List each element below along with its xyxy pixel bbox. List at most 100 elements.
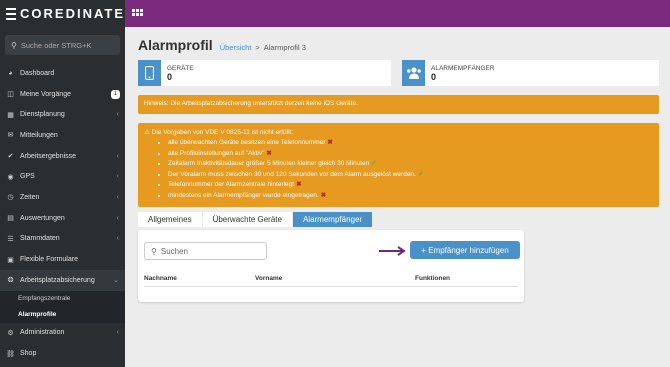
sidebar-item-administration[interactable]: ⚙ Administration ‹ — [0, 323, 125, 344]
list-item: Telefonnummer der Alarmzentrale hinterle… — [168, 180, 653, 191]
sidebar-item-label: Stammdaten — [20, 235, 60, 243]
list-item: mindestens ein Alarmempfänger wurde eing… — [168, 191, 653, 202]
chevron-left-icon: ‹ — [116, 235, 119, 243]
search-icon: ⚲ — [11, 40, 17, 50]
envelope-icon: ✉ — [7, 132, 14, 140]
sidebar-item-meine-vorgaenge[interactable]: ◫ Meine Vorgänge 1 — [0, 84, 125, 105]
recipients-label: ALARMEMPFÄNGER — [431, 64, 495, 72]
sidebar-item-flexible-formulare[interactable]: ▣ Flexible Formulare — [0, 249, 125, 270]
sidebar-subnav: Empfangszentrale Alarmprofile — [0, 290, 125, 323]
sidebar-item-label: Meine Vorgänge — [20, 90, 71, 98]
sidebar-item-label: Arbeitsplatzabsicherung — [20, 276, 95, 284]
check-icon: ✔ — [371, 160, 377, 167]
add-recipient-button[interactable]: + Empfänger hinzufügen — [410, 241, 520, 259]
form-icon: ▣ — [7, 256, 14, 264]
grid-menu-icon[interactable] — [132, 9, 143, 16]
sidebar-search-input[interactable]: ⚲ Suche oder STRG+K — [5, 35, 120, 55]
tachometer-icon: ◕ — [8, 69, 13, 77]
tab-ueberwachte-geraete[interactable]: Überwachte Geräte — [202, 212, 292, 227]
sidebar-item-label: Flexible Formulare — [20, 256, 78, 264]
sidebar-item-label: Zeiten — [20, 193, 40, 201]
page-title: Alarmprofil — [138, 37, 213, 53]
sidebar-item-mitteilungen[interactable]: ✉ Mitteilungen — [0, 125, 125, 146]
close-icon: ✖ — [327, 139, 333, 146]
recipients-table-header: Nachname Vorname Funktionen — [144, 273, 518, 287]
logo-icon — [6, 7, 17, 20]
list-item: Der Voralarm muss zwischen 30 und 120 Se… — [168, 170, 653, 181]
chevron-left-icon: ‹ — [116, 329, 119, 337]
cogs-icon: ⚙ — [7, 329, 14, 337]
sidebar-search-placeholder: Suche oder STRG+K — [20, 40, 92, 50]
ios-hint-alert: Hinweis: Die Arbeitsplatzabsicherung unt… — [138, 95, 659, 114]
tab-allgemeines[interactable]: Allgemeines — [138, 212, 202, 227]
column-header-vorname[interactable]: Vorname — [255, 275, 282, 282]
close-icon: ✖ — [296, 181, 302, 188]
recipients-stat-card: ALARMEMPFÄNGER 0 — [402, 60, 659, 86]
calendar-icon: ▦ — [7, 111, 14, 119]
clock-icon: ◷ — [7, 194, 14, 202]
close-icon: ✖ — [266, 149, 272, 157]
devices-stat-card: GERÄTE 0 — [138, 60, 391, 86]
sidebar-item-dashboard[interactable]: ◕ Dashboard — [0, 63, 125, 84]
sidebar-subitem-empfangszentrale[interactable]: Empfangszentrale — [0, 291, 125, 307]
sidebar-subitem-alarmprofile[interactable]: Alarmprofile — [0, 307, 125, 323]
sidebar-item-shop[interactable]: ⛓ Shop — [0, 343, 125, 364]
sidebar-item-label: Administration — [20, 329, 65, 337]
chevron-left-icon: ‹ — [116, 111, 119, 119]
support-icon: ❂ — [7, 277, 14, 285]
close-icon: ✖ — [320, 191, 327, 199]
brand-logo[interactable]: COREDINATE — [0, 0, 125, 27]
profile-tabs: Allgemeines Überwachte Geräte Alarmempfä… — [138, 212, 373, 227]
chevron-left-icon: ‹ — [116, 214, 119, 222]
chevron-down-icon: ⌄ — [113, 277, 119, 285]
devices-label: GERÄTE — [167, 64, 194, 72]
breadcrumb-overview-link[interactable]: Übersicht — [220, 43, 252, 52]
map-marker-icon: ◉ — [7, 173, 14, 181]
sidebar-item-label: Auswertungen — [20, 214, 65, 222]
chevron-left-icon: ‹ — [116, 173, 119, 181]
sidebar-item-stammdaten[interactable]: ☰ Stammdaten ‹ — [0, 229, 125, 250]
users-icon — [402, 60, 425, 86]
mobile-phone-icon — [138, 60, 161, 86]
devices-value: 0 — [167, 71, 173, 82]
sidebar-item-gps[interactable]: ◉ GPS ‹ — [0, 166, 125, 187]
column-header-funktionen: Funktionen — [415, 275, 451, 282]
tab-alarmempfaenger[interactable]: Alarmempfänger — [292, 212, 373, 227]
sidebar-item-auswertungen[interactable]: ▤ Auswertungen ‹ — [0, 208, 125, 229]
shopping-cart-icon: ⛓ — [6, 350, 15, 358]
bar-chart-icon: ▤ — [7, 215, 14, 223]
column-header-nachname[interactable]: Nachname — [144, 275, 177, 282]
list-item: alle Profileinstellungen auf "Aktiv"✖ — [168, 149, 653, 160]
list-item: alle überwachten Geräte besitzen eine Te… — [168, 138, 653, 149]
check-icon: ✔ — [417, 170, 424, 178]
main-content: Alarmprofil Übersicht > Alarmprofil 3 GE… — [125, 27, 670, 367]
sidebar-item-zeiten[interactable]: ◷ Zeiten ‹ — [0, 187, 125, 208]
recipients-panel: ⚲ Suchen + Empfänger hinzufügen Nachname… — [138, 230, 524, 302]
inbox-icon: ◫ — [7, 91, 14, 99]
breadcrumb-separator: > — [255, 43, 260, 52]
sidebar-item-label: Dashboard — [20, 69, 55, 77]
brand-name: COREDINATE — [20, 6, 125, 21]
list-item: Zeitalarm Inaktivitätsdauer größer 5 Min… — [168, 159, 653, 170]
thumbs-up-icon: ✔ — [7, 153, 14, 161]
search-icon: ⚲ — [151, 246, 157, 256]
norm-requirements-list: alle überwachten Geräte besitzen eine Te… — [168, 138, 653, 201]
sidebar-item-arbeitsergebnisse[interactable]: ✔ Arbeitsergebnisse ‹ — [0, 146, 125, 167]
sidebar-item-arbeitsplatzabsicherung[interactable]: ❂ Arbeitsplatzabsicherung ⌄ — [0, 269, 125, 291]
chevron-left-icon: ‹ — [116, 152, 119, 160]
recipient-search-input[interactable]: ⚲ Suchen — [144, 242, 267, 260]
recipient-search-placeholder: Suchen — [160, 246, 188, 256]
warning-icon: ⚠ — [144, 129, 150, 136]
arrow-right-icon — [379, 246, 406, 256]
sidebar: COREDINATE ⚲ Suche oder STRG+K ◕ Dashboa… — [0, 0, 125, 367]
count-badge: 1 — [110, 89, 120, 99]
sidebar-item-dienstplanung[interactable]: ▦ Dienstplanung ‹ — [0, 104, 125, 125]
sidebar-item-label: Mitteilungen — [20, 131, 58, 139]
sidebar-item-label: Dienstplanung — [20, 111, 65, 119]
sidebar-item-label: GPS — [20, 173, 35, 181]
breadcrumb-current: Alarmprofil 3 — [263, 43, 306, 52]
title-row: Alarmprofil Übersicht > Alarmprofil 3 — [138, 37, 306, 53]
top-bar — [125, 0, 670, 27]
recipients-value: 0 — [431, 71, 437, 82]
ios-hint-text: Hinweis: Die Arbeitsplatzabsicherung unt… — [144, 100, 358, 107]
